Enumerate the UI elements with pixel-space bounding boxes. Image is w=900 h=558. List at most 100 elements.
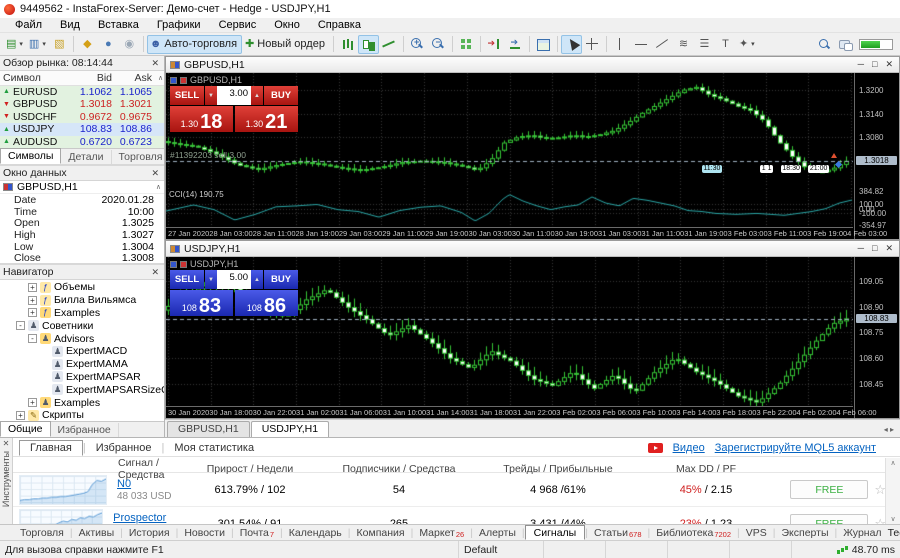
scroll-down-icon[interactable]: ∨ <box>890 515 895 523</box>
chart-mini-icon[interactable] <box>170 77 177 84</box>
market-watch-row[interactable]: ▲AUDUSD0.67200.6723 <box>0 136 164 149</box>
bottom-tab-10[interactable]: Статьи678 <box>588 527 648 539</box>
tree-item[interactable]: +♟Examples <box>0 396 164 409</box>
bottom-tab-11[interactable]: Библиотека7202 <box>650 527 737 539</box>
navigator-tab-Общие[interactable]: Общие <box>0 421 51 437</box>
tree-item[interactable]: +♟ExpertMACD <box>0 345 164 358</box>
close-icon[interactable]: ✕ <box>149 168 161 179</box>
usdjpy-time-axis[interactable]: 30 Jan 202030 Jan 18:0030 Jan 22:0031 Ja… <box>166 406 853 418</box>
tree-item[interactable]: -♟Advisors <box>0 332 164 345</box>
buy-button[interactable]: BUY <box>264 86 298 105</box>
profiles-button[interactable]: ▥▾ <box>26 35 49 54</box>
status-latency[interactable]: 48.70 ms <box>792 541 900 558</box>
tile-windows-button[interactable] <box>456 35 477 54</box>
accounts-button[interactable]: ● <box>98 35 119 54</box>
collapse-icon[interactable]: - <box>16 321 25 330</box>
market-watch-tab-Детали[interactable]: Детали <box>61 150 111 164</box>
horizontal-line-button[interactable] <box>631 35 652 54</box>
market-watch-row[interactable]: ▲EURUSD1.10621.1065 <box>0 86 164 99</box>
close-icon[interactable]: ✕ <box>149 58 161 69</box>
signal-name-link[interactable]: Prospector Scalper EA <box>113 512 168 525</box>
tree-item[interactable]: -♟Советники <box>0 319 164 332</box>
register-mql5-link[interactable]: Зарегистрируйте MQL5 аккаунт <box>715 442 876 454</box>
cursor-button[interactable] <box>561 35 582 54</box>
tree-item[interactable]: +ƒExamples <box>0 307 164 320</box>
bottom-tab-6[interactable]: Компания <box>351 527 411 539</box>
market-watch-row[interactable]: ▼USDCHF0.96720.9675 <box>0 111 164 124</box>
bars-chart-button[interactable] <box>337 35 358 54</box>
market-watch-tab-Торговля[interactable]: Торговля <box>112 150 164 164</box>
signal-row[interactable]: N048 033 USD613.79% / 102544 968 /61%45%… <box>13 473 900 507</box>
menu-item-2[interactable]: Вставка <box>89 19 148 31</box>
autotrade-button[interactable]: ☻Авто-торговля <box>147 35 242 54</box>
candles-chart-button[interactable] <box>358 35 379 54</box>
tree-item[interactable]: +♟ExpertMAPSARSizeOptim <box>0 383 164 396</box>
bottom-tab-13[interactable]: Эксперты <box>776 527 835 539</box>
menu-item-0[interactable]: Файл <box>6 19 51 31</box>
signal-name-link[interactable]: N0 <box>117 478 131 490</box>
tab-scroll-arrows[interactable]: ◂ ▸ <box>880 425 898 437</box>
trendline-button[interactable] <box>652 35 673 54</box>
video-link[interactable]: Видео <box>673 442 705 454</box>
objects-window-button[interactable] <box>533 35 554 54</box>
market-watch-row[interactable]: ▲USDJPY108.83108.86 <box>0 123 164 136</box>
scroll-up-icon[interactable]: ∧ <box>155 74 164 82</box>
symbols-button[interactable]: ◆ <box>77 35 98 54</box>
chart-mini-icon[interactable] <box>180 77 187 84</box>
text-button[interactable]: T <box>715 35 736 54</box>
collapse-icon[interactable]: - <box>28 334 37 343</box>
bottom-tab-12[interactable]: VPS <box>740 527 773 539</box>
lot-decrease-button[interactable]: ▼ <box>205 86 217 105</box>
strategy-tester-label[interactable]: Тестер стратегий <box>888 527 900 539</box>
tree-item[interactable]: +ƒБилла Вильямса <box>0 294 164 307</box>
chart-mini-icon[interactable] <box>180 261 187 268</box>
toolbox-tab-0[interactable]: Главная <box>19 440 83 456</box>
column-bid[interactable]: Bid <box>71 72 115 84</box>
close-icon[interactable]: ✕ <box>885 243 893 254</box>
market-watch-row[interactable]: ▼GBPUSD1.30181.3021 <box>0 98 164 111</box>
expand-icon[interactable]: + <box>28 296 37 305</box>
gbpusd-cci-canvas[interactable] <box>166 188 853 228</box>
bottom-tab-9[interactable]: Сигналы <box>525 525 586 540</box>
chat-button[interactable] <box>834 35 855 54</box>
crosshair-button[interactable] <box>582 35 603 54</box>
gbpusd-chart-body[interactable]: GBPUSD,H1 SELL ▼ 3.00 ▲ BUY <box>166 73 899 239</box>
zoom-in-button[interactable] <box>407 35 428 54</box>
chart-tab-USDJPY,H1[interactable]: USDJPY,H1 <box>251 421 329 437</box>
chart-window-titlebar[interactable]: GBPUSD,H1 ─ □ ✕ <box>166 57 899 73</box>
market-watch-tab-Символы[interactable]: Символы <box>0 148 61 164</box>
buy-price[interactable]: 10886 <box>235 290 298 316</box>
history-center-button[interactable]: ▧ <box>49 35 70 54</box>
close-icon[interactable]: ✕ <box>149 267 161 278</box>
column-ask[interactable]: Ask <box>115 72 155 84</box>
line-chart-button[interactable] <box>379 35 400 54</box>
bottom-tab-4[interactable]: Почта7 <box>234 527 280 539</box>
search-button[interactable] <box>813 35 834 54</box>
chart-tab-GBPUSD,H1[interactable]: GBPUSD,H1 <box>167 421 250 437</box>
tree-item[interactable]: +♟ExpertMAPSAR <box>0 371 164 384</box>
navigator-tab-Избранное[interactable]: Избранное <box>51 423 119 437</box>
buy-price[interactable]: 1.3021 <box>235 106 298 132</box>
scroll-up-icon[interactable]: ∧ <box>156 183 161 191</box>
lot-value[interactable]: 3.00 <box>217 86 251 105</box>
usdjpy-chart-body[interactable]: USDJPY,H1 SELL ▼ 5.00 ▲ BUY <box>166 257 899 418</box>
bottom-tab-3[interactable]: Новости <box>178 527 231 539</box>
free-price-button[interactable]: FREE <box>790 514 868 524</box>
zoom-out-button[interactable] <box>428 35 449 54</box>
expand-icon[interactable]: + <box>28 398 37 407</box>
free-price-button[interactable]: FREE <box>790 480 868 499</box>
gbpusd-price-axis[interactable]: 1.32001.31401.30801.3018384.82100.000.00… <box>854 73 899 239</box>
maximize-icon[interactable]: □ <box>872 59 877 70</box>
sell-price[interactable]: 10883 <box>170 290 233 316</box>
expand-icon[interactable]: + <box>28 283 37 292</box>
auto-scroll-button[interactable] <box>505 35 526 54</box>
close-icon[interactable]: ✕ <box>885 59 893 70</box>
bottom-tab-7[interactable]: Маркет26 <box>413 527 470 539</box>
lot-value[interactable]: 5.00 <box>217 270 251 289</box>
menu-item-4[interactable]: Сервис <box>210 19 266 31</box>
shift-end-button[interactable] <box>484 35 505 54</box>
lot-increase-button[interactable]: ▲ <box>251 86 263 105</box>
bottom-tab-14[interactable]: Журнал <box>837 527 887 539</box>
lot-increase-button[interactable]: ▲ <box>251 270 263 289</box>
tree-item[interactable]: +♟ExpertMAMA <box>0 358 164 371</box>
